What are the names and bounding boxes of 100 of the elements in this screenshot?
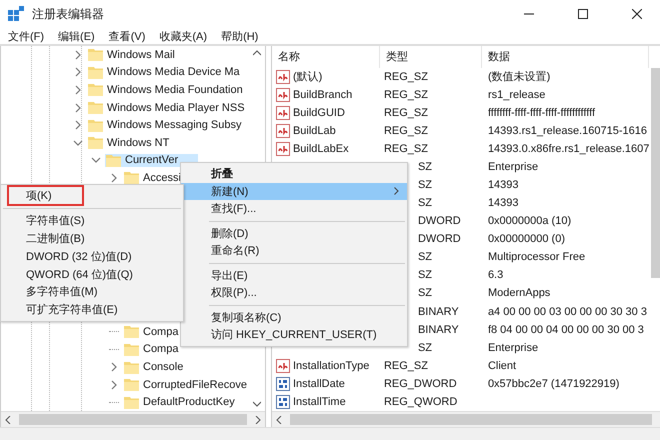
menu-item[interactable]: 文件(F) [8,28,44,44]
table-cell-text: REG_SZ [382,70,429,83]
chevron-down-icon[interactable] [73,138,83,148]
menu-item[interactable]: 编辑(E) [58,28,95,44]
table-cell-text: DWORD [416,233,462,246]
folder-icon [106,154,121,167]
table-cell-text: 14393.0.x86fre.rs1_release.1607 [486,142,650,155]
scroll-down-icon[interactable] [253,401,262,407]
folder-icon [88,66,103,79]
value-name[interactable]: (默认) [292,69,322,84]
tree-item[interactable]: CorruptedFileRecove [143,378,247,391]
tree-item[interactable]: DefaultProductKey [143,396,235,408]
menu-item[interactable]: 权限(P)... [181,284,407,302]
close-icon[interactable] [632,9,642,19]
menu-item[interactable]: 查找(F)... [181,200,407,218]
menu-item[interactable]: 多字符串值(M) [9,283,128,300]
table-cell-text: REG_QWORD [382,396,458,408]
scrollbar-thumb[interactable] [19,414,247,425]
chevron-right-icon[interactable] [73,67,83,78]
folder-icon [124,396,139,409]
table-cell-text: SZ [416,160,433,173]
table-cell-text: BINARY [416,324,460,336]
column-header[interactable]: 类型 [380,46,482,68]
menu-item[interactable]: 收藏夹(A) [159,28,208,44]
table-cell-text: rs1_release [486,88,546,101]
menu-item[interactable]: QWORD (64 位)值(Q) [9,266,163,283]
folder-icon [88,48,103,62]
column-header[interactable]: 数据 [482,46,650,68]
tree-item[interactable]: Windows Media Device Ma [107,66,240,78]
table-cell-text: 0x57bbc2e7 (1471922919) [486,378,620,390]
maximize-icon[interactable] [578,9,588,19]
table-cell-text: SZ [416,269,433,282]
table-cell-text: 6.3 [486,269,504,282]
menu-item[interactable]: 删除(D) [181,224,407,242]
tree-item[interactable]: Compa [143,343,178,356]
chevron-right-icon[interactable] [73,84,83,95]
chevron-right-icon[interactable] [109,380,119,390]
folder-icon [124,378,139,392]
scrollbar-thumb[interactable] [290,414,652,425]
menu-item[interactable]: 访问 HKEY_CURRENT_USER(T) [181,326,407,344]
table-cell-text: Enterprise [486,160,540,173]
menu-item[interactable]: 重命名(R) [181,242,407,260]
value-name[interactable]: BuildLabEx [292,142,349,155]
menu-item[interactable]: 帮助(H) [221,28,258,44]
tree-item[interactable]: Console [143,361,184,374]
scrollbar-thumb[interactable] [651,68,660,278]
menu-item[interactable]: 新建(N) [181,182,407,200]
chevron-right-icon[interactable] [73,50,83,60]
tree-item[interactable]: Windows Messaging Subsy [107,119,242,132]
scroll-left-icon[interactable] [276,416,282,424]
folder-icon [88,101,103,114]
value-name[interactable]: InstallTime [292,396,346,408]
menu-item[interactable]: 二进制值(B) [9,230,115,247]
value-name[interactable]: BuildLab [292,124,336,137]
value-name[interactable]: InstallDate [292,378,345,390]
menu-item[interactable]: 导出(E) [181,266,407,284]
table-cell-text: REG_SZ [382,142,429,155]
folder-icon [124,171,139,184]
table-cell-text: 14393 [486,197,520,210]
chevron-right-icon[interactable] [73,120,83,130]
tree-item[interactable]: Windows NT [107,136,170,149]
registry-editor-icon [8,6,24,22]
tree-item[interactable]: Windows Mail [107,48,175,61]
menu-item[interactable]: 查看(V) [108,28,146,44]
folder-icon [88,118,103,132]
value-name[interactable]: BuildBranch [292,88,352,101]
menu-item[interactable]: 复制项名称(C) [181,308,407,326]
binary-value-icon [276,376,290,391]
tree-item[interactable]: Windows Media Foundation [107,84,243,96]
string-value-icon [276,142,290,156]
chevron-right-icon[interactable] [109,172,119,183]
menu-item[interactable]: 可扩充字符串值(E) [9,301,148,318]
chevron-down-icon[interactable] [91,155,101,166]
scroll-right-icon[interactable] [254,416,261,424]
menu-item[interactable]: 项(K) [9,187,82,204]
menu-item[interactable]: 字符串值(S) [9,212,115,230]
folder-icon [88,83,103,96]
menu-item[interactable]: DWORD (32 位)值(D) [9,248,162,265]
chevron-right-icon[interactable] [109,362,119,372]
folder-icon [124,325,139,338]
column-header[interactable]: 名称 [272,46,380,68]
table-cell-text: 14393 [486,179,520,191]
tree-item[interactable]: Windows Media Player NSS [107,102,245,114]
folder-icon [124,360,139,374]
tree-item[interactable]: Accessi [143,172,181,184]
scroll-up-icon[interactable] [253,50,262,56]
value-name[interactable]: InstallationType [292,360,370,372]
table-cell-text: REG_SZ [382,88,429,101]
chevron-right-icon[interactable] [73,102,83,113]
table-cell-text: 14393.rs1_release.160715-1616 [486,124,648,137]
binary-value-icon [276,394,290,409]
string-value-icon [276,124,290,138]
table-cell-text: BINARY [416,306,460,318]
scroll-left-icon[interactable] [5,416,11,424]
minimize-icon[interactable] [524,13,534,15]
tree-item[interactable]: Compa [143,326,178,338]
table-cell-text: REG_SZ [382,360,429,372]
value-name[interactable]: BuildGUID [292,106,345,119]
table-cell-text: 0x0000000a (10) [486,215,572,228]
menu-item[interactable]: 折叠 [181,165,407,182]
